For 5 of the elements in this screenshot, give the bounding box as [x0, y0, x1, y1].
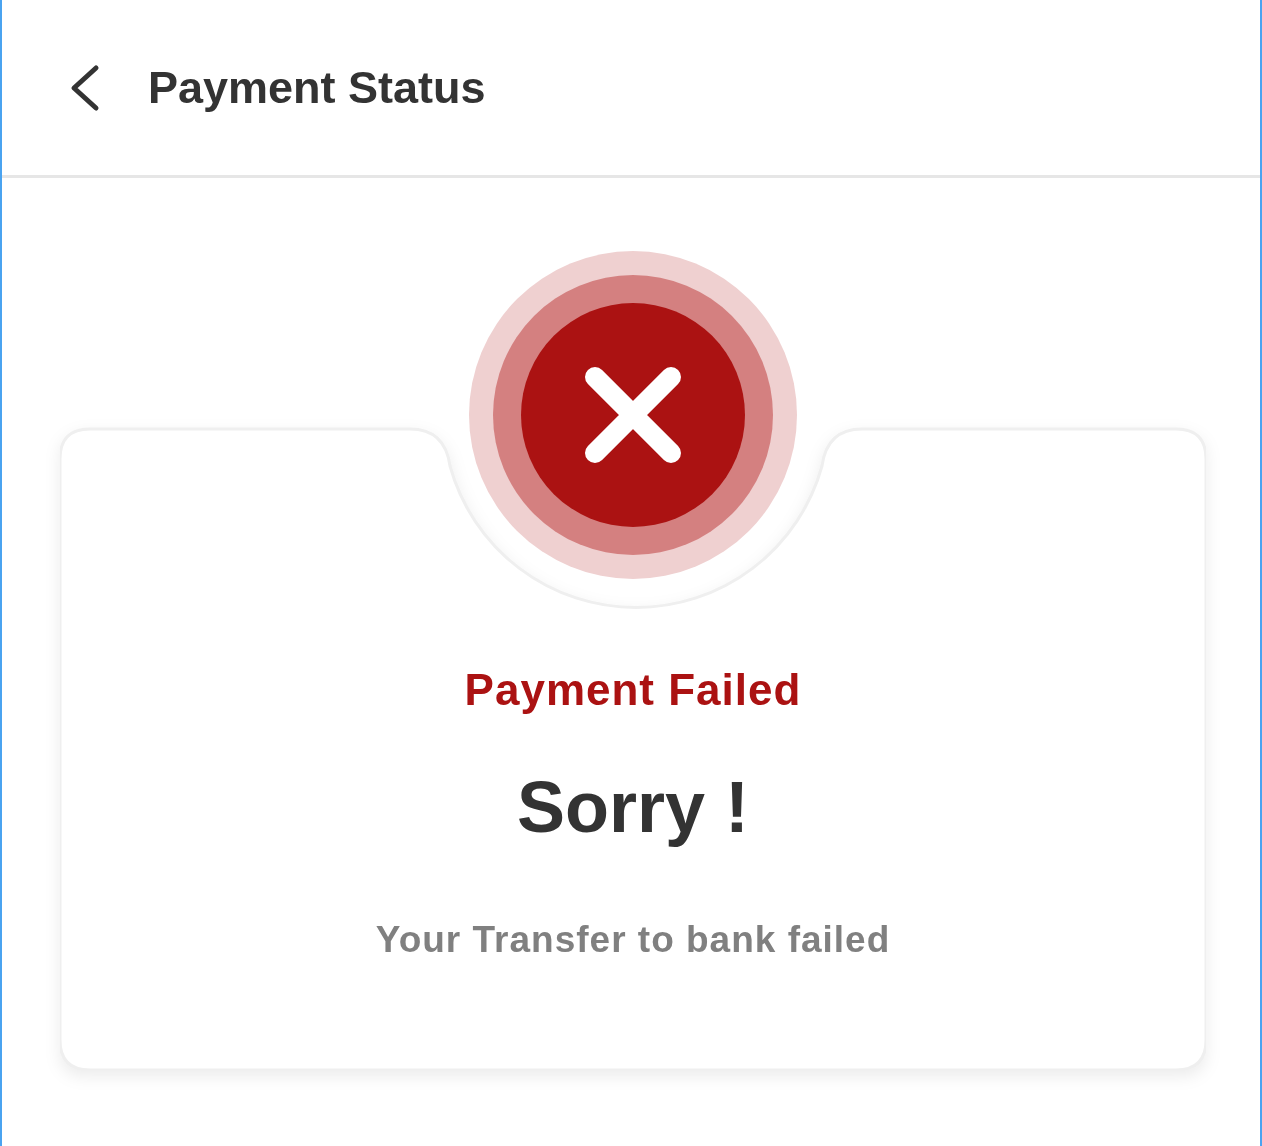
status-message: Your Transfer to bank failed	[375, 918, 891, 962]
error-circle-icon	[469, 251, 797, 579]
headline: Sorry !	[516, 766, 750, 849]
page-title: Payment Status	[148, 61, 486, 114]
status-title: Payment Failed	[464, 664, 802, 716]
